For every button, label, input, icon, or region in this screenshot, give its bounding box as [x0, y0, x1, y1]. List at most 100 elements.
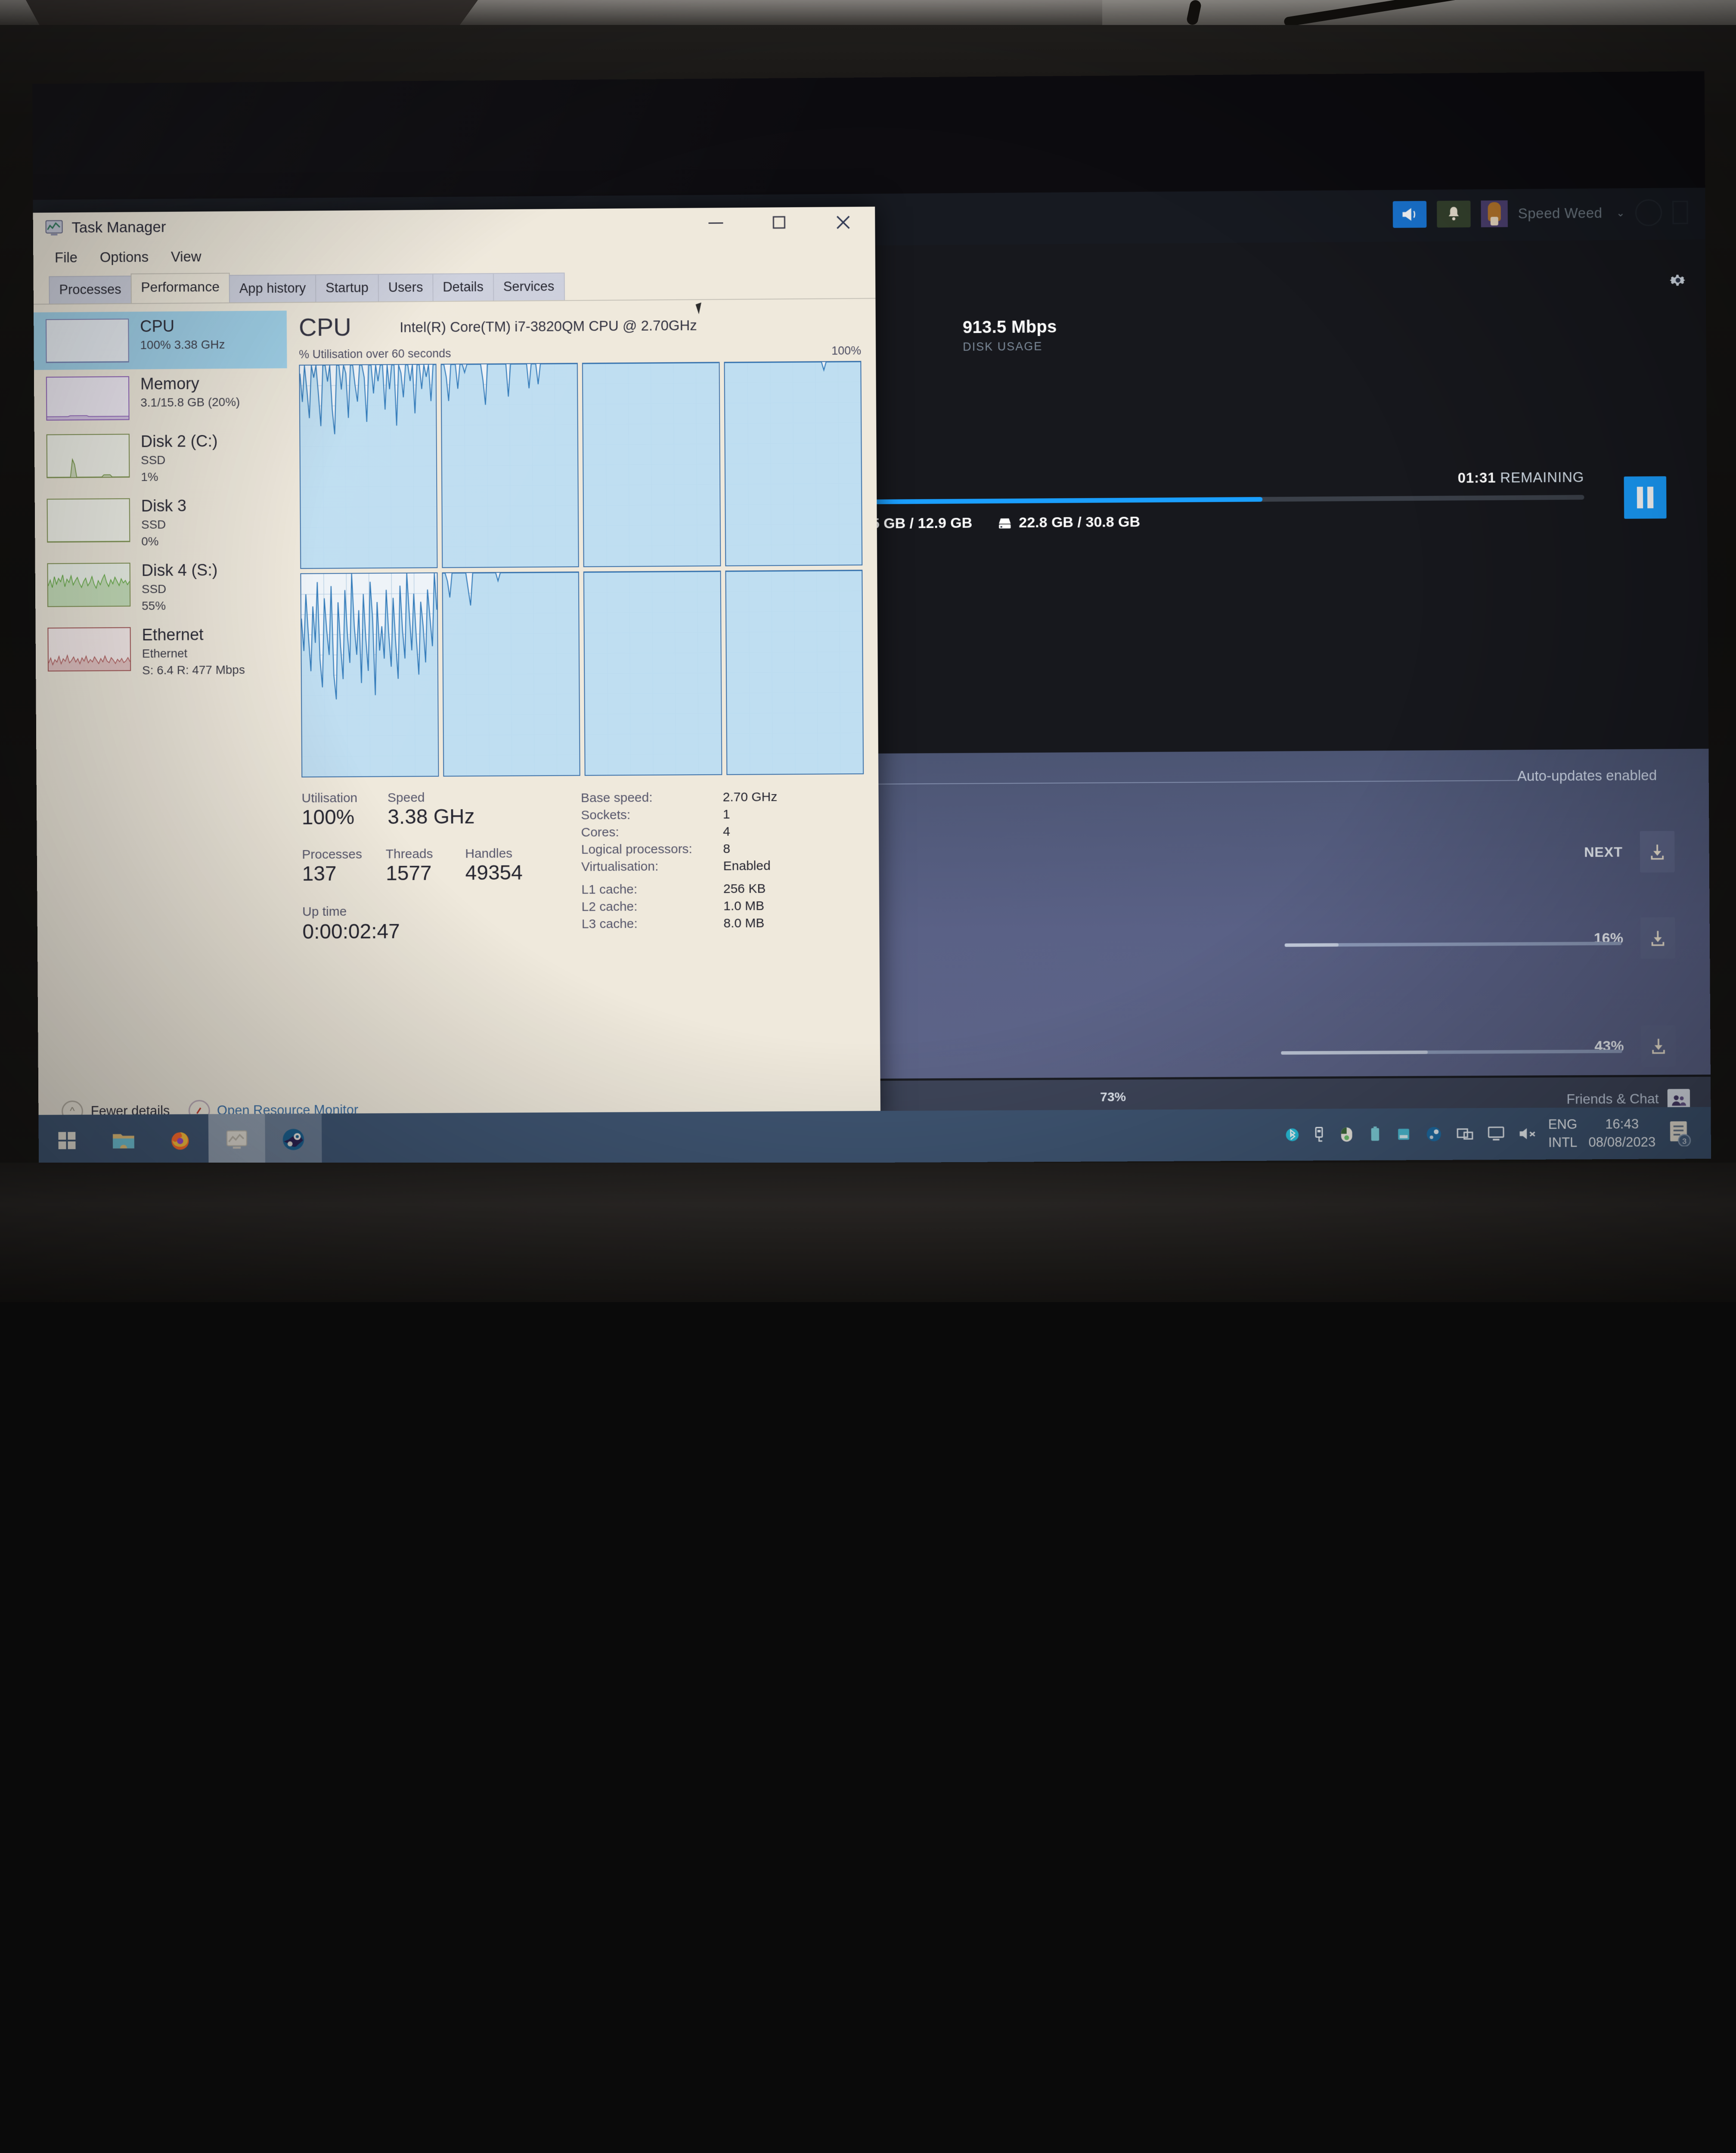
queue-item-next[interactable]: NEXT: [1584, 831, 1675, 873]
menu-file[interactable]: File: [55, 249, 78, 266]
tab-startup[interactable]: Startup: [315, 274, 379, 302]
tab-processes[interactable]: Processes: [49, 276, 131, 304]
ethernet-sparkline: [47, 627, 131, 671]
display-icon[interactable]: [1456, 1125, 1474, 1142]
sidebar-item-sub2: 55%: [142, 598, 218, 613]
cpu-core-graph: [725, 570, 864, 775]
sidebar-item-title: Ethernet: [142, 627, 245, 644]
window-controls: [684, 207, 875, 239]
stat-key-uptime: Up time: [302, 903, 569, 919]
minimize-button[interactable]: [684, 208, 747, 239]
spec-value: Enabled: [723, 857, 771, 875]
avatar[interactable]: [1481, 200, 1508, 227]
sidebar-item-sub2: 1%: [141, 469, 218, 484]
battery-icon[interactable]: [1367, 1125, 1382, 1144]
language-line1: ENG: [1548, 1115, 1578, 1133]
svg-text:3: 3: [1682, 1137, 1686, 1145]
language-indicator[interactable]: ENG INTL: [1548, 1115, 1578, 1151]
remaining-label: REMAINING: [1500, 469, 1584, 485]
stat-value: 3.38 GHz: [388, 805, 475, 828]
clock[interactable]: 16:43 08/08/2023: [1588, 1115, 1655, 1152]
maximize-button[interactable]: [747, 207, 811, 239]
sidebar-item-sub1: SSD: [142, 581, 218, 596]
page-title: CPU: [299, 313, 352, 342]
stat-value-row-1: 100% 3.38 GHz: [302, 804, 568, 829]
tab-services[interactable]: Services: [493, 273, 565, 301]
stat-row-1: Utilisation Speed: [301, 790, 568, 806]
close-ghost-icon[interactable]: [1672, 201, 1688, 224]
file-explorer-button[interactable]: [95, 1114, 152, 1166]
steam-username[interactable]: Speed Weed: [1518, 205, 1602, 222]
spec-key: Logical processors:: [581, 841, 723, 859]
download-icon[interactable]: [1641, 1025, 1676, 1067]
stat-label: DISK USAGE: [963, 339, 1144, 354]
stat-value: 100%: [302, 806, 355, 829]
usb-icon[interactable]: [1312, 1125, 1325, 1144]
volume-muted-icon[interactable]: [1518, 1125, 1537, 1142]
menu-options[interactable]: Options: [100, 249, 149, 266]
tab-details[interactable]: Details: [432, 273, 494, 301]
download-icon[interactable]: [1640, 917, 1675, 959]
download-icon[interactable]: [1640, 831, 1675, 873]
sidebar-item-disk-2[interactable]: Disk 2 (C:) SSD 1%: [34, 426, 288, 492]
steam-tray-icon[interactable]: [1425, 1125, 1443, 1144]
stat-value: 49354: [465, 861, 523, 884]
windows-taskbar: ENG INTL 16:43 08/08/2023 3: [38, 1107, 1711, 1166]
graph-axis-label: % Utilisation over 60 seconds: [299, 347, 451, 361]
sidebar-item-ethernet[interactable]: Ethernet Ethernet S: 6.4 R: 477 Mbps: [35, 619, 289, 685]
spec-key: L3 cache:: [582, 915, 724, 933]
queue-bar-fill: [1281, 1051, 1428, 1055]
friends-chat-label[interactable]: Friends & Chat: [1566, 1091, 1659, 1107]
spec-value: 1: [723, 806, 730, 823]
mouse-icon[interactable]: [1338, 1125, 1355, 1144]
gear-icon[interactable]: [1668, 271, 1687, 290]
minimize-ghost-icon[interactable]: [1635, 199, 1662, 226]
spec-value: 2.70 GHz: [723, 788, 778, 806]
spec-key: Cores:: [581, 823, 723, 841]
graph-axis-max: 100%: [831, 344, 861, 357]
start-button[interactable]: [38, 1115, 95, 1166]
sidebar-item-sub1: 3.1/15.8 GB (20%): [140, 394, 240, 410]
sidebar-item-sub1: 100% 3.38 GHz: [140, 337, 225, 352]
bell-icon[interactable]: [1437, 201, 1471, 228]
stat-key: Threads: [386, 847, 433, 862]
remaining-time: 01:31 REMAINING: [1457, 469, 1584, 486]
queue-item-2-bar: [1285, 942, 1622, 947]
cpu-spec-list: Base speed:2.70 GHz Sockets:1 Cores:4 Lo…: [568, 788, 865, 943]
cpu-statistics: Utilisation Speed 100% 3.38 GHz Processe…: [301, 788, 865, 944]
spec-value: 8.0 MB: [723, 915, 764, 932]
stat-disk-usage: 913.5 Mbps DISK USAGE: [963, 317, 1144, 354]
sidebar-item-disk-4[interactable]: Disk 4 (S:) SSD 55%: [35, 555, 289, 620]
tab-users[interactable]: Users: [378, 273, 434, 301]
tab-performance[interactable]: Performance: [130, 273, 230, 303]
queue-item-2[interactable]: 16%: [1593, 917, 1675, 959]
chevron-down-icon[interactable]: ⌄: [1616, 207, 1625, 219]
sidebar-item-cpu[interactable]: CPU 100% 3.38 GHz: [34, 310, 287, 370]
pause-button[interactable]: [1624, 476, 1667, 519]
task-manager-icon: [45, 220, 63, 237]
sidebar-item-title: Disk 2 (C:): [141, 433, 218, 451]
megaphone-icon[interactable]: [1392, 201, 1426, 228]
sidebar-item-disk-3[interactable]: Disk 3 SSD 0%: [35, 490, 288, 556]
spec-row: L3 cache:8.0 MB: [582, 914, 865, 933]
network-icon[interactable]: [1395, 1125, 1412, 1144]
sidebar-item-sub1: SSD: [141, 452, 218, 468]
queue-item-3-bar: [1281, 1049, 1622, 1055]
monitor-icon[interactable]: [1487, 1125, 1505, 1142]
bluetooth-icon[interactable]: [1285, 1125, 1299, 1144]
steam-button[interactable]: [265, 1114, 322, 1165]
cpu-detail-pane: CPU Intel(R) Core(TM) i7-3820QM CPU @ 2.…: [287, 299, 880, 1081]
queue-item-3[interactable]: 43%: [1594, 1025, 1676, 1067]
photo-of-laptop: Speed Weed ⌄ Downloading 416.7 Mbps CUR: [0, 0, 1736, 1302]
cpu-core-graph: [582, 362, 721, 567]
firefox-button[interactable]: [152, 1114, 208, 1166]
notification-center-button[interactable]: 3: [1667, 1120, 1692, 1146]
logical-processor-grid[interactable]: [299, 361, 864, 777]
queue-item-label: NEXT: [1584, 844, 1623, 860]
sidebar-item-memory[interactable]: Memory 3.1/15.8 GB (20%): [34, 368, 288, 428]
close-button[interactable]: [811, 207, 875, 238]
task-manager-button[interactable]: [208, 1114, 265, 1166]
tab-app-history[interactable]: App history: [229, 274, 316, 302]
menu-view[interactable]: View: [171, 248, 202, 265]
memory-sparkline: [46, 376, 130, 421]
